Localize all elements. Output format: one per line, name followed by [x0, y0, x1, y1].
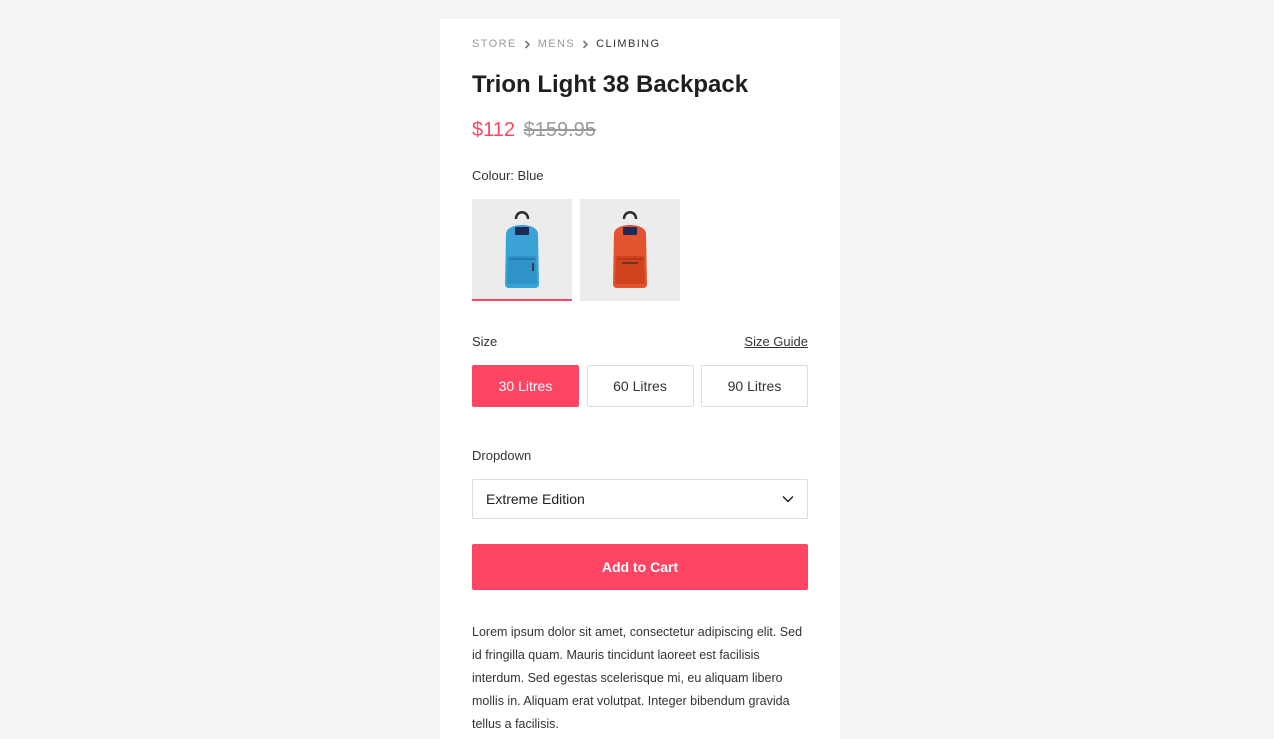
blue-backpack-icon [505, 211, 539, 288]
colour-swatch-blue[interactable] [472, 199, 572, 301]
dropdown-label: Dropdown [472, 448, 532, 463]
add-to-cart-button[interactable]: Add to Cart [472, 544, 808, 590]
red-backpack-icon [613, 211, 647, 288]
colour-swatches [472, 199, 688, 301]
colour-label: Colour: Blue [472, 168, 544, 183]
size-label: Size [472, 334, 498, 349]
breadcrumb-item-store[interactable]: STORE [472, 38, 517, 50]
chevron-right-icon [583, 39, 589, 49]
size-option-30-litres[interactable]: 30 Litres [472, 365, 579, 407]
product-description: Lorem ipsum dolor sit amet, consectetur … [472, 625, 803, 731]
breadcrumb: STORE MENS CLIMBING [472, 38, 660, 50]
chevron-right-icon [524, 39, 530, 49]
dropdown-selected-value: Extreme Edition [486, 491, 585, 507]
size-option-60-litres[interactable]: 60 Litres [586, 365, 694, 407]
breadcrumb-item-mens[interactable]: MENS [538, 38, 575, 50]
size-guide-link[interactable]: Size Guide [744, 334, 808, 349]
breadcrumb-item-climbing: CLIMBING [596, 38, 661, 50]
sale-price: $112 [472, 119, 516, 141]
product-title: Trion Light 38 Backpack [472, 71, 749, 98]
edition-dropdown[interactable]: Extreme Edition [472, 479, 808, 519]
size-options: 30 Litres 60 Litres 90 Litres [472, 365, 808, 407]
price-row: $112 $159.95 [472, 119, 596, 142]
original-price: $159.95 [523, 119, 596, 141]
size-option-90-litres[interactable]: 90 Litres [701, 365, 808, 407]
colour-swatch-red[interactable] [580, 199, 680, 301]
product-card: STORE MENS CLIMBING Trion Light 38 Backp… [440, 19, 840, 739]
chevron-down-icon [782, 495, 794, 503]
